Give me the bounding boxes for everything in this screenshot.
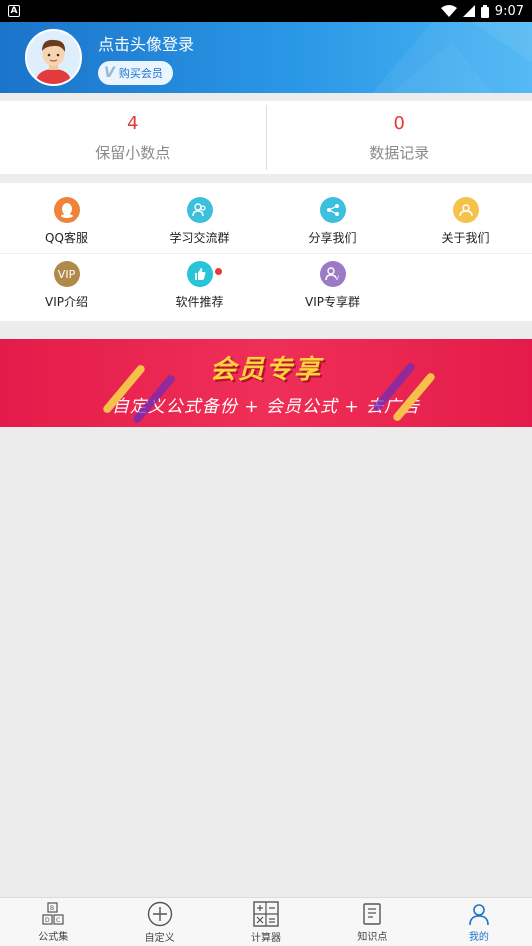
svg-text:V: V [335,275,340,281]
thumbs-up-icon [186,261,213,287]
book-icon [363,902,382,925]
menu-item-study-group[interactable]: 学习交流群 [133,189,266,253]
nav-label: 计算器 [251,932,282,944]
buy-vip-label: 购买会员 [118,66,163,80]
nav-calculator[interactable]: 计算器 [213,898,319,946]
nav-formulas[interactable]: B D C 公式集 [0,898,106,946]
battery-icon [480,4,489,18]
qq-icon [53,196,80,223]
login-prompt[interactable]: 点击头像登录 [98,31,194,55]
menu-item-label: 分享我们 [308,230,357,245]
buy-vip-button[interactable]: V 购买会员 [98,60,173,85]
menu-item-label: QQ客服 [45,230,88,245]
menu-item-label: VIP介绍 [45,295,88,309]
nav-label: 公式集 [38,931,69,943]
menu-item-vip-group[interactable]: V VIP专享群 [266,254,399,317]
signal-icon [462,5,475,17]
stat-label: 保留小数点 [95,143,171,162]
stat-label: 数据记录 [369,143,430,162]
nav-label: 自定义 [144,932,175,944]
stats-panel: 4 保留小数点 0 数据记录 [0,101,532,174]
nav-mine[interactable]: 我的 [426,898,532,946]
nav-knowledge[interactable]: 知识点 [319,898,425,946]
banner-title: 会员专享 [209,355,322,385]
calculator-icon [253,900,279,927]
svg-text:D: D [45,917,50,924]
menu-row: VIP VIP介绍 软件推荐 V VIP专享群 [0,253,532,317]
vip-icon: VIP [53,261,80,287]
stat-data-records[interactable]: 0 数据记录 [265,105,532,170]
new-badge-dot [215,268,222,275]
header-decoration [372,22,532,93]
menu-item-software-recommend[interactable]: 软件推荐 [133,254,266,317]
avatar[interactable] [25,29,82,86]
nav-label: 我的 [468,931,489,943]
plus-circle-icon [147,901,172,926]
menu-item-about-us[interactable]: 关于我们 [399,189,532,253]
share-icon [319,196,346,223]
svg-text:C: C [56,917,60,924]
avatar-person-icon [27,31,80,84]
status-bar: A 9:07 [0,0,532,22]
menu-item-label: 学习交流群 [169,230,230,245]
nav-label: 知识点 [357,931,388,943]
profile-header: 点击头像登录 V 购买会员 [0,22,532,93]
stat-value: 4 [127,112,139,134]
app-notification-icon: A [8,5,20,17]
stat-decimal-places[interactable]: 4 保留小数点 [0,101,266,174]
status-time: 9:07 [494,3,524,19]
vip-promo-banner[interactable]: 会员专享 自定义公式备份 + 会员公式 + 去广告 [0,339,532,427]
bottom-nav: B D C 公式集 自定义 计算器 知识点 我的 [0,897,532,946]
menu-grid: QQ客服 学习交流群 分享我们 关于我们 VIP VIP介绍 软件推荐 V VI… [0,183,532,321]
menu-item-label: VIP专享群 [305,295,360,309]
abcd-icon: B D C [42,901,64,925]
profile-icon [469,903,489,925]
group-icon [186,196,213,223]
menu-item-vip-intro[interactable]: VIP VIP介绍 [0,254,133,317]
menu-item-label: 软件推荐 [175,295,224,309]
vip-group-icon: V [319,261,346,287]
user-icon [452,196,479,223]
menu-item-share[interactable]: 分享我们 [266,189,399,253]
menu-item-label: 关于我们 [441,230,490,245]
stat-value: 0 [393,112,405,134]
vip-badge-icon: V [104,64,115,81]
wifi-icon [440,5,457,17]
menu-item-qq-service[interactable]: QQ客服 [0,189,133,253]
nav-custom[interactable]: 自定义 [106,898,212,946]
menu-row: QQ客服 学习交流群 分享我们 关于我们 [0,189,532,253]
svg-text:B: B [50,905,54,912]
